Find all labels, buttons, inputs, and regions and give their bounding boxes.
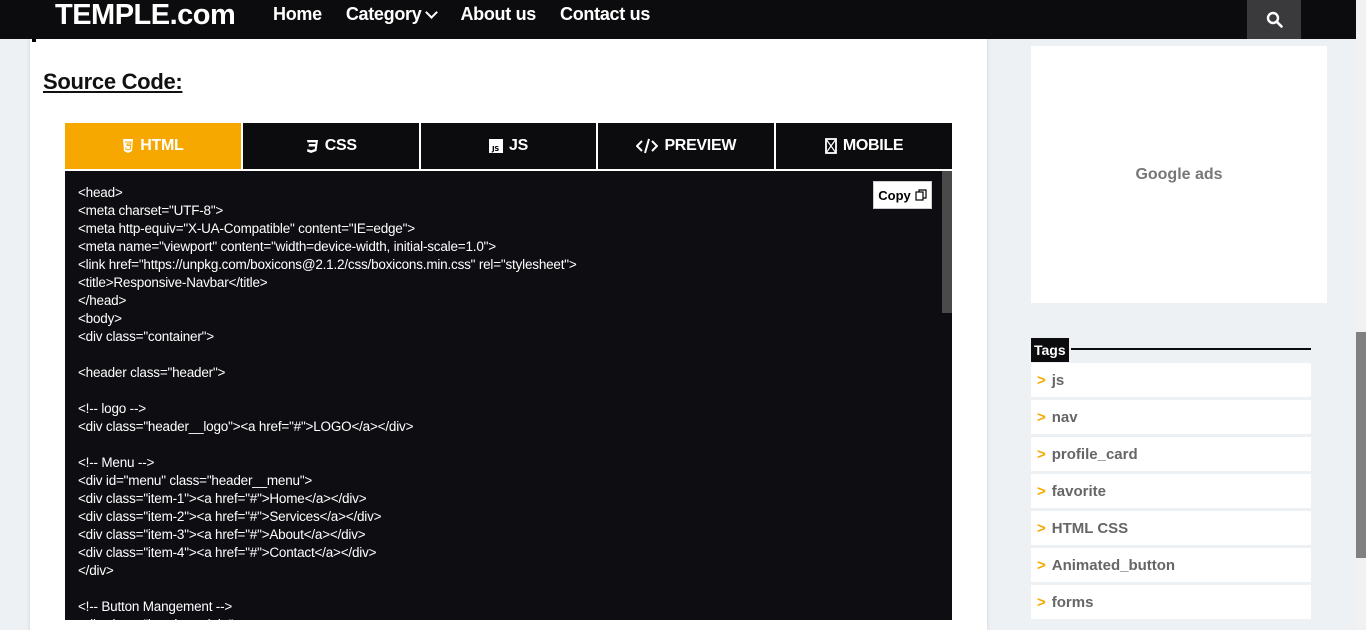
copy-button[interactable]: Copy: [873, 181, 932, 209]
html5-icon: [122, 139, 134, 153]
tab-mobile-label: MOBILE: [842, 137, 904, 154]
nav-home-label: Home: [273, 4, 322, 24]
tab-html[interactable]: HTML: [65, 123, 241, 169]
chevron-right-icon: >: [1037, 593, 1046, 611]
js-icon: JS: [489, 139, 503, 153]
code-line: <title>Responsive-Navbar</title>: [78, 275, 268, 290]
tab-css[interactable]: CSS: [242, 123, 419, 169]
ad-label: Google ads: [1135, 165, 1223, 183]
tag-label: HTML CSS: [1051, 519, 1129, 537]
code-line: <meta charset="UTF-8">: [78, 203, 224, 218]
code-line: <!-- Button Mangement -->: [78, 599, 233, 614]
tag-item[interactable]: > forms: [1031, 585, 1311, 619]
code-line: <div id="menu" class="header__menu">: [78, 473, 313, 488]
tab-js[interactable]: JS JS: [420, 123, 597, 169]
ad-slot: Google ads: [1031, 46, 1327, 303]
tab-css-label: CSS: [324, 137, 357, 154]
tag-label: Animated_button: [1051, 556, 1176, 574]
tag-item[interactable]: > nav: [1031, 400, 1311, 434]
nav-category-label: Category: [345, 4, 422, 24]
code-line: <div class="item-1"><a href="#">Home</a>…: [78, 491, 367, 506]
code-line: <div class="item-2"><a href="#">Services…: [78, 509, 382, 524]
code-line: <body>: [78, 311, 122, 326]
site-logo[interactable]: TEMPLE.com: [55, 0, 236, 30]
tag-item[interactable]: > favorite: [1031, 474, 1311, 508]
nav-category[interactable]: Category: [345, 4, 439, 25]
code-tabs: HTML CSS JS JS PREVIEW MOBILE: [65, 123, 952, 169]
tab-preview-label: PREVIEW: [664, 137, 737, 154]
tab-preview[interactable]: PREVIEW: [598, 123, 775, 169]
top-navbar: TEMPLE.com Home Category About us Contac…: [0, 0, 1356, 39]
code-line: <div class="header__logo"><a href="#">LO…: [78, 419, 414, 434]
code-icon: [636, 138, 659, 154]
chevron-right-icon: >: [1037, 371, 1046, 389]
copy-icon: [915, 189, 927, 201]
nav-contact[interactable]: Contact us: [560, 4, 650, 25]
tag-label: forms: [1051, 593, 1094, 611]
code-line: </head>: [78, 293, 127, 308]
code-line: </div>: [78, 563, 114, 578]
code-line: <head>: [78, 185, 123, 200]
tag-label: js: [1051, 371, 1065, 389]
section-title: Source Code:: [43, 69, 183, 94]
chevron-down-icon: [425, 5, 439, 19]
code-line: <!-- logo -->: [78, 401, 146, 416]
code-line: <!-- Menu -->: [78, 455, 155, 470]
chevron-right-icon: >: [1037, 482, 1046, 500]
main-nav: Home Category About us Contact us: [273, 4, 674, 25]
code-scrollbar-thumb[interactable]: [942, 171, 952, 313]
search-icon: [1266, 11, 1283, 28]
tag-label: profile_card: [1051, 445, 1138, 463]
code-line: <div class="container">: [78, 329, 214, 344]
code-line: <div class="item-4"><a href="#">Contact<…: [78, 545, 377, 560]
chevron-right-icon: >: [1037, 519, 1046, 537]
tags-title: Tags: [1031, 338, 1069, 362]
search-button[interactable]: [1247, 0, 1301, 39]
chevron-right-icon: >: [1037, 445, 1046, 463]
tag-item[interactable]: > profile_card: [1031, 437, 1311, 471]
tag-item[interactable]: > js: [1031, 363, 1311, 397]
tags-divider: [1071, 348, 1311, 350]
nav-about-label: About us: [460, 4, 537, 24]
code-line: <link href="https://unpkg.com/boxicons@2…: [78, 257, 577, 272]
tag-label: nav: [1051, 408, 1078, 426]
code-line: <meta name="viewport" content="width=dev…: [78, 239, 496, 254]
code-line: <header class="header">: [78, 365, 226, 380]
nav-home[interactable]: Home: [273, 4, 322, 25]
tab-html-label: HTML: [140, 137, 184, 154]
chevron-right-icon: >: [1037, 408, 1046, 426]
tag-list: > js > nav > profile_card > favorite > HTML C…: [1031, 363, 1311, 622]
tag-label: favorite: [1051, 482, 1106, 500]
nav-contact-label: Contact us: [560, 4, 651, 24]
nav-about[interactable]: About us: [460, 4, 536, 25]
tag-item[interactable]: > Animated_button: [1031, 548, 1311, 582]
code-line: <div class="header__right">: [78, 616, 577, 620]
tab-mobile[interactable]: MOBILE: [776, 123, 952, 169]
copy-button-label: Copy: [878, 187, 911, 203]
chevron-right-icon: >: [1037, 556, 1046, 574]
code-line: <div class="item-3"><a href="#">About</a…: [78, 527, 366, 542]
css3-icon: [305, 139, 319, 153]
code-block[interactable]: <head> <meta charset="UTF-8"> <meta http-e…: [65, 171, 952, 620]
page-scrollbar-thumb[interactable]: [1356, 332, 1366, 558]
mobile-icon: [824, 138, 837, 154]
decorative-mark: [32, 39, 36, 42]
svg-text:JS: JS: [491, 145, 499, 153]
tags-header: Tags: [1031, 338, 1311, 362]
tab-js-label: JS: [509, 137, 528, 154]
code-line: <meta http-equiv="X-UA-Compatible" conte…: [78, 221, 415, 236]
code-content: <head> <meta charset="UTF-8"> <meta http-e…: [78, 184, 577, 620]
tag-item[interactable]: > HTML CSS: [1031, 511, 1311, 545]
